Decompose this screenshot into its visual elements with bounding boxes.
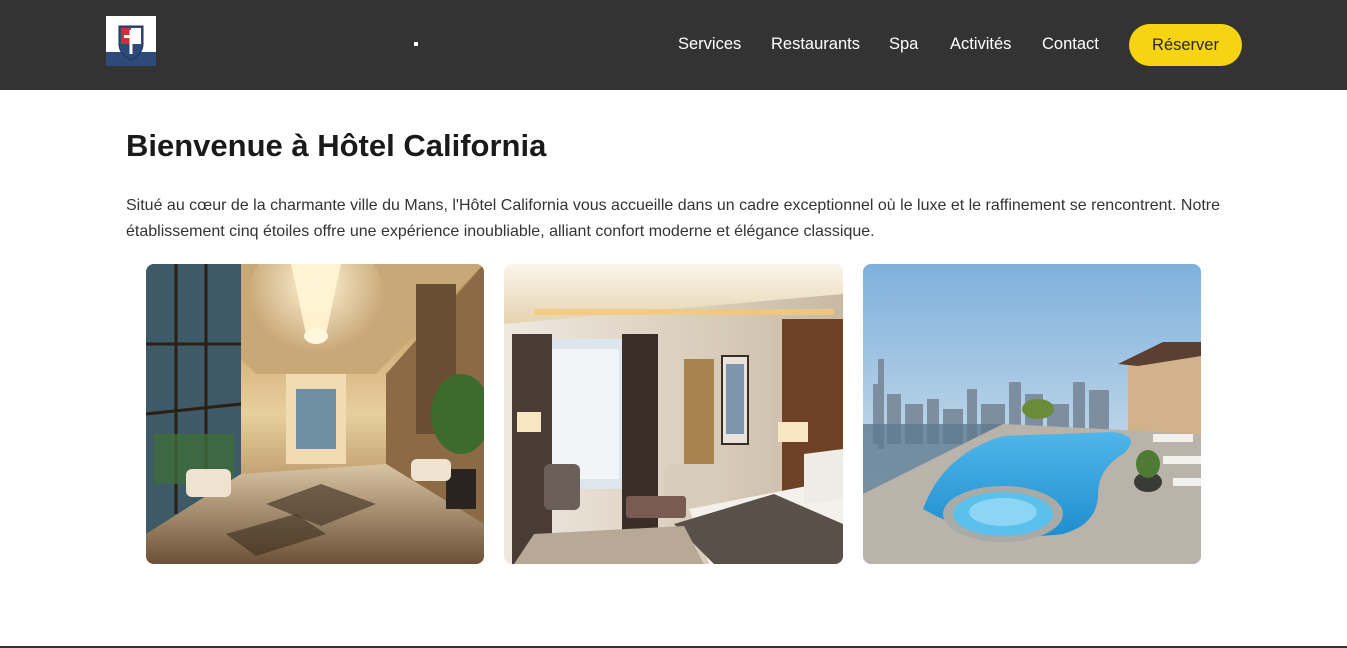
bedroom-photo xyxy=(504,264,843,564)
header-marker-dot xyxy=(414,42,418,46)
nav-services-link[interactable]: Services xyxy=(678,33,741,55)
page-title: Bienvenue à Hôtel California xyxy=(126,128,547,163)
nav-contact-link[interactable]: Contact xyxy=(1042,33,1099,55)
hotel-logo[interactable] xyxy=(106,16,156,66)
rooftop-pool-photo xyxy=(863,264,1201,564)
reserve-button[interactable]: Réserver xyxy=(1129,24,1242,66)
hotel-crest-icon xyxy=(106,16,156,66)
nav-spa-link[interactable]: Spa xyxy=(889,33,918,55)
nav-restaurants-link[interactable]: Restaurants xyxy=(771,33,860,55)
intro-paragraph: Situé au cœur de la charmante ville du M… xyxy=(126,197,1221,240)
lobby-photo xyxy=(146,264,484,564)
site-header: Services Restaurants Spa Activités Conta… xyxy=(0,0,1347,90)
nav-activites-link[interactable]: Activités xyxy=(950,33,1011,55)
